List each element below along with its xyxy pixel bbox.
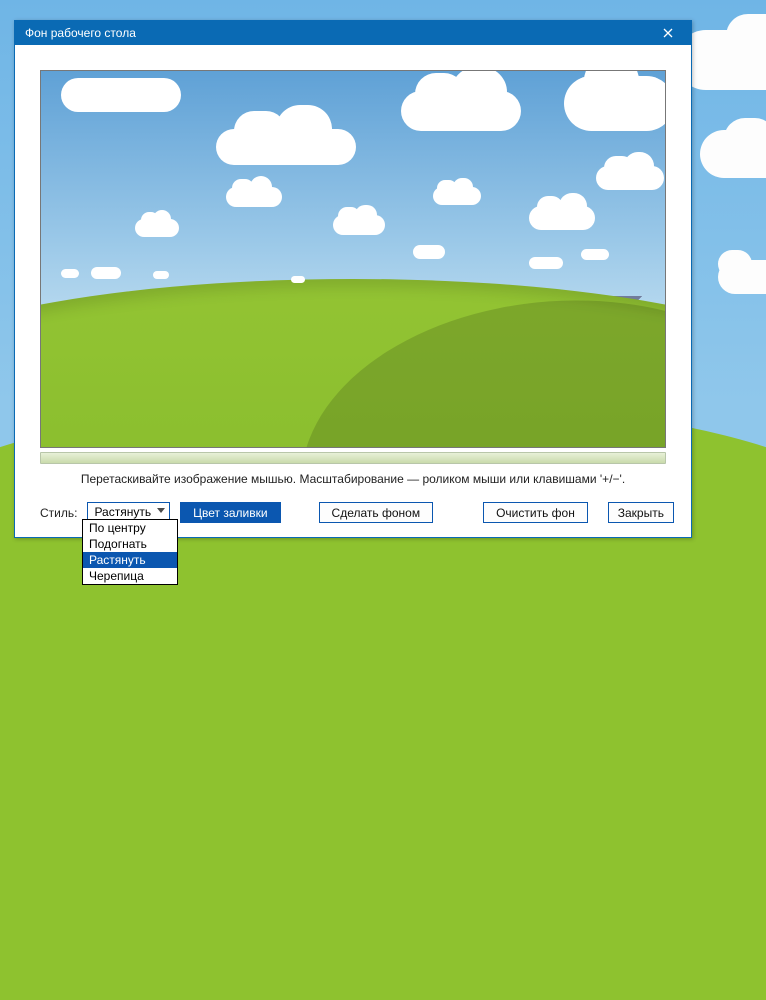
zoom-track[interactable] <box>40 452 666 464</box>
chevron-down-icon <box>157 508 165 513</box>
wallpaper-preview[interactable] <box>40 70 666 448</box>
style-option-center[interactable]: По центру <box>83 520 177 536</box>
style-option-tile[interactable]: Черепица <box>83 568 177 584</box>
set-background-button[interactable]: Сделать фоном <box>319 502 434 523</box>
titlebar[interactable]: Фон рабочего стола <box>15 21 691 45</box>
style-dropdown-list[interactable]: По центру Подогнать Растянуть Черепица <box>82 519 178 585</box>
style-select-value: Растянуть <box>94 505 151 519</box>
style-label: Стиль: <box>40 506 77 520</box>
style-option-stretch[interactable]: Растянуть <box>83 552 177 568</box>
wallpaper-dialog: Фон рабочего стола <box>14 20 692 538</box>
close-button[interactable]: Закрыть <box>608 502 674 523</box>
window-title: Фон рабочего стола <box>25 26 653 40</box>
dialog-content: Перетаскивайте изображение мышью. Масшта… <box>15 45 691 537</box>
style-option-fit[interactable]: Подогнать <box>83 536 177 552</box>
hint-text: Перетаскивайте изображение мышью. Масшта… <box>40 472 666 486</box>
fill-color-button[interactable]: Цвет заливки <box>180 502 280 523</box>
clear-background-button[interactable]: Очистить фон <box>483 502 588 523</box>
close-icon[interactable] <box>653 23 683 43</box>
